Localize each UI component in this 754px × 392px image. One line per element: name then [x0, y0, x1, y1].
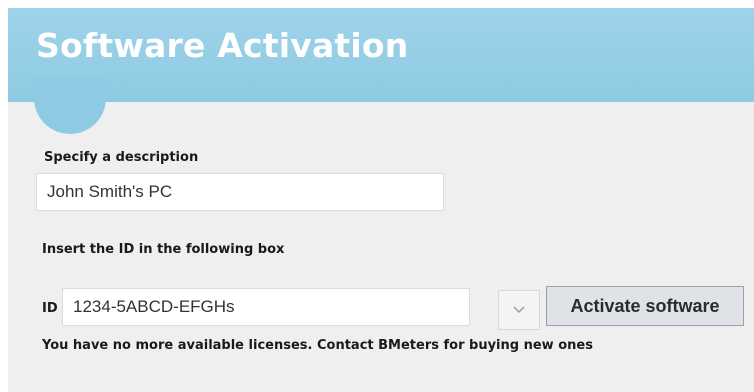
id-label: ID: [42, 301, 58, 316]
page-title: Software Activation: [36, 26, 409, 65]
header-tab-decoration: [34, 78, 106, 134]
description-label: Specify a description: [44, 150, 199, 165]
chevron-down-icon: [513, 306, 525, 313]
license-message: You have no more available licenses. Con…: [42, 338, 593, 353]
description-input[interactable]: [36, 173, 444, 211]
header-bar: Software Activation: [8, 8, 754, 102]
activate-software-button[interactable]: Activate software: [546, 286, 744, 326]
id-instruction-label: Insert the ID in the following box: [42, 242, 285, 257]
id-dropdown-button[interactable]: [498, 290, 540, 330]
id-input[interactable]: [62, 288, 470, 326]
activation-window: Software Activation Specify a descriptio…: [8, 8, 754, 392]
